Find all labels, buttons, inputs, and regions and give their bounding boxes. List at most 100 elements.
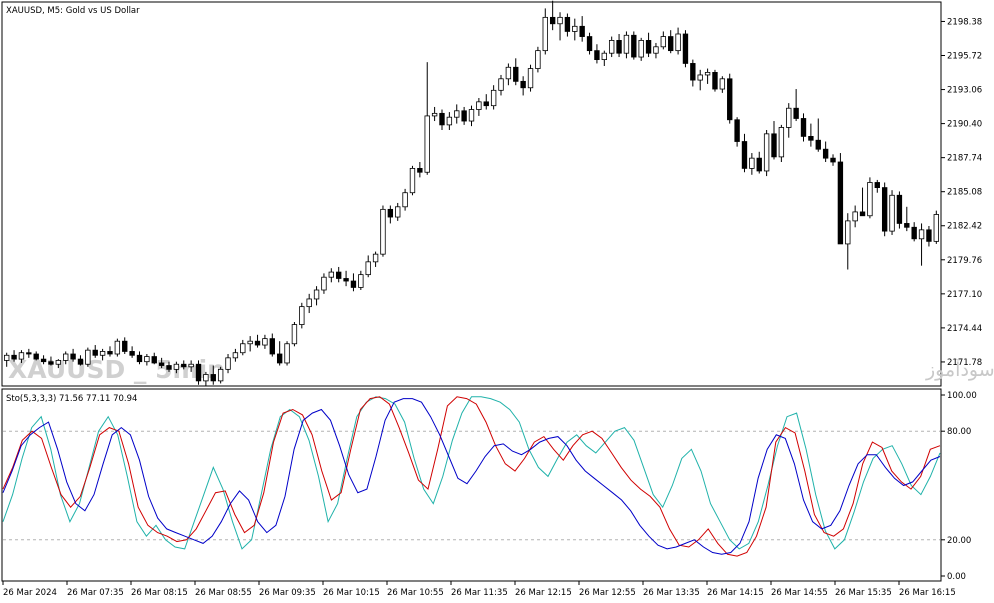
- candle-body: [136, 354, 143, 363]
- candle: [498, 74, 504, 96]
- candle: [690, 59, 696, 87]
- candle-body: [343, 278, 349, 282]
- candle-body: [793, 107, 799, 119]
- candle: [557, 12, 563, 41]
- candle-body: [40, 358, 47, 363]
- candle-body: [675, 33, 681, 52]
- candle-body: [85, 349, 91, 365]
- candle: [822, 141, 829, 162]
- stochastic-series: [2, 396, 941, 557]
- candle: [454, 104, 460, 124]
- candle: [350, 273, 357, 292]
- candle: [542, 8, 548, 55]
- candle: [402, 188, 408, 211]
- candle-body: [778, 127, 785, 158]
- candle: [417, 162, 423, 178]
- candle-body: [911, 226, 917, 240]
- candle: [232, 348, 239, 362]
- candle-body: [247, 340, 253, 345]
- candle-body: [837, 161, 844, 245]
- candle-body: [77, 358, 84, 365]
- candle-body: [70, 353, 76, 360]
- candle: [786, 103, 792, 138]
- price-tick-label: 2182.42: [947, 222, 982, 232]
- candle: [771, 121, 777, 160]
- candle-body: [417, 167, 423, 173]
- candle: [85, 347, 91, 367]
- candle: [276, 341, 283, 366]
- candle-body: [845, 220, 851, 245]
- stoch-tick-label: 0.00: [947, 572, 966, 582]
- candle: [490, 85, 497, 110]
- candle: [845, 213, 851, 270]
- candle-body: [203, 374, 209, 382]
- chart-title: XAUUSD, M5: Gold vs US Dollar: [6, 6, 140, 16]
- candle: [727, 73, 733, 124]
- candle: [837, 153, 844, 245]
- candle-body: [107, 351, 113, 355]
- symbol-watermark: XAUUSD _ 5min: [8, 355, 225, 384]
- candlestick-series: [4, 0, 939, 386]
- candle-body: [763, 133, 770, 172]
- candle: [225, 354, 231, 374]
- stochastic-title: Sto(5,3,3,3) 71.56 77.11 70.94: [6, 394, 137, 404]
- candle-body: [254, 340, 261, 346]
- candle: [830, 154, 836, 166]
- candle-body: [387, 208, 394, 218]
- candle-body: [896, 194, 903, 224]
- candle-body: [129, 351, 135, 356]
- candle-body: [92, 349, 98, 356]
- candle: [601, 50, 607, 66]
- price-tick-label: 2198.38: [947, 17, 982, 27]
- candle-body: [822, 148, 829, 159]
- candle: [446, 112, 453, 130]
- candle: [483, 94, 489, 110]
- candle-body: [299, 306, 305, 325]
- candle: [763, 130, 770, 177]
- candle: [793, 89, 799, 122]
- candle-body: [786, 107, 792, 128]
- candle-body: [188, 363, 194, 368]
- candle: [424, 62, 430, 175]
- time-tick-label: 26 Mar 14:15: [707, 588, 764, 598]
- candle-body: [645, 40, 652, 54]
- candle: [365, 255, 371, 278]
- candle-body: [926, 229, 932, 242]
- candle-body: [867, 182, 873, 217]
- candle-body: [572, 25, 578, 32]
- candle-body: [690, 63, 696, 81]
- candle-body: [542, 16, 548, 52]
- candle-body: [727, 78, 733, 121]
- price-tick-label: 2185.08: [947, 188, 982, 198]
- candle-body: [535, 50, 541, 69]
- candle-body: [616, 40, 622, 54]
- candle-body: [4, 354, 10, 361]
- candle: [380, 205, 386, 257]
- price-tick-label: 2187.74: [947, 154, 982, 164]
- time-tick-label: 26 Mar 11:35: [451, 588, 508, 598]
- candle: [114, 338, 121, 357]
- candle: [808, 123, 814, 147]
- candle-body: [446, 116, 453, 126]
- candle: [520, 76, 526, 96]
- candle-body: [815, 139, 821, 150]
- time-tick-label: 26 Mar 2024: [3, 588, 57, 598]
- stoch-tick-label: 20.00: [947, 536, 971, 546]
- time-tick-label: 26 Mar 15:35: [835, 588, 892, 598]
- candle: [896, 191, 903, 229]
- candle: [579, 16, 585, 42]
- candle-body: [874, 182, 880, 188]
- candle-body: [756, 157, 762, 172]
- candle-body: [704, 72, 711, 76]
- candle-body: [859, 211, 866, 217]
- candle: [911, 222, 917, 242]
- candle-body: [18, 352, 25, 360]
- candle: [535, 46, 541, 73]
- candle: [749, 153, 755, 175]
- candle: [859, 187, 866, 217]
- candle-body: [549, 16, 556, 25]
- price-tick-label: 2190.40: [947, 120, 982, 130]
- candle: [594, 44, 600, 64]
- candle: [586, 32, 593, 55]
- candle: [867, 177, 873, 219]
